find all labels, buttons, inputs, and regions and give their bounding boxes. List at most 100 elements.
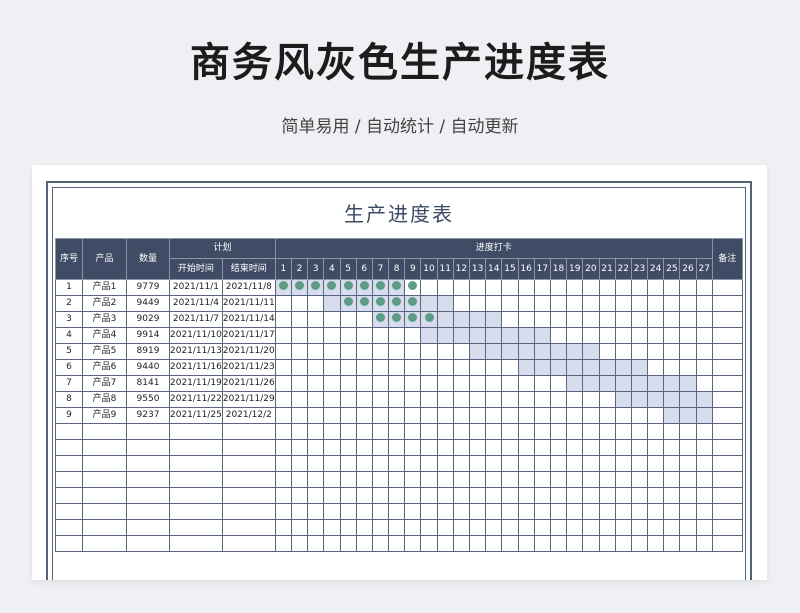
empty-cell[interactable] [355, 439, 373, 456]
day-cell[interactable] [274, 343, 292, 360]
day-cell[interactable] [598, 295, 616, 312]
empty-cell[interactable] [404, 423, 422, 440]
cell-index[interactable]: 8 [55, 391, 83, 408]
day-cell[interactable] [485, 295, 503, 312]
day-cell[interactable] [355, 311, 373, 328]
cell-product[interactable]: 产品7 [82, 375, 127, 392]
empty-cell[interactable] [501, 455, 519, 472]
cell-end[interactable]: 2021/11/29 [221, 391, 276, 408]
empty-cell[interactable] [485, 423, 503, 440]
empty-cell[interactable] [323, 519, 341, 536]
day-cell[interactable] [582, 359, 600, 376]
day-cell[interactable] [517, 375, 535, 392]
cell-product[interactable]: 产品9 [82, 407, 127, 424]
day-cell[interactable] [485, 359, 503, 376]
empty-cell[interactable] [55, 455, 83, 472]
empty-cell[interactable] [485, 487, 503, 504]
empty-cell[interactable] [711, 455, 743, 472]
empty-cell[interactable] [436, 439, 454, 456]
day-cell[interactable] [468, 375, 487, 392]
day-cell[interactable] [582, 327, 600, 344]
day-cell[interactable] [679, 311, 697, 328]
empty-cell[interactable] [517, 455, 535, 472]
day-cell[interactable] [566, 391, 584, 408]
day-cell[interactable] [452, 407, 471, 424]
empty-cell[interactable] [404, 471, 422, 488]
empty-cell[interactable] [517, 503, 535, 520]
day-cell[interactable] [404, 375, 422, 392]
empty-cell[interactable] [82, 423, 127, 440]
day-cell[interactable] [452, 375, 471, 392]
empty-cell[interactable] [355, 471, 373, 488]
empty-cell[interactable] [307, 487, 325, 504]
empty-cell[interactable] [533, 455, 551, 472]
cell-index[interactable]: 2 [55, 295, 83, 312]
empty-cell[interactable] [663, 471, 681, 488]
day-cell[interactable] [485, 391, 503, 408]
empty-cell[interactable] [290, 423, 309, 440]
empty-cell[interactable] [169, 455, 223, 472]
empty-cell[interactable] [566, 455, 584, 472]
cell-start[interactable]: 2021/11/4 [169, 295, 223, 312]
empty-cell[interactable] [436, 471, 454, 488]
empty-cell[interactable] [711, 423, 743, 440]
empty-cell[interactable] [663, 439, 681, 456]
empty-cell[interactable] [221, 503, 276, 520]
empty-cell[interactable] [323, 439, 341, 456]
empty-cell[interactable] [221, 519, 276, 536]
empty-cell[interactable] [404, 487, 422, 504]
day-cell[interactable] [355, 295, 373, 312]
day-cell[interactable] [371, 375, 390, 392]
day-cell[interactable] [307, 375, 325, 392]
day-cell[interactable] [420, 311, 438, 328]
day-cell[interactable] [614, 375, 632, 392]
day-cell[interactable] [663, 343, 681, 360]
day-cell[interactable] [647, 311, 665, 328]
day-cell[interactable] [663, 311, 681, 328]
cell-quantity[interactable]: 9029 [126, 311, 170, 328]
empty-cell[interactable] [485, 503, 503, 520]
day-cell[interactable] [582, 407, 600, 424]
empty-cell[interactable] [582, 455, 600, 472]
empty-cell[interactable] [517, 535, 535, 552]
empty-cell[interactable] [647, 455, 665, 472]
day-cell[interactable] [274, 327, 292, 344]
empty-cell[interactable] [647, 535, 665, 552]
empty-cell[interactable] [420, 423, 438, 440]
empty-cell[interactable] [323, 487, 341, 504]
day-cell[interactable] [549, 343, 568, 360]
empty-cell[interactable] [501, 535, 519, 552]
day-cell[interactable] [549, 375, 568, 392]
day-cell[interactable] [404, 295, 422, 312]
empty-cell[interactable] [388, 455, 406, 472]
empty-cell[interactable] [388, 503, 406, 520]
day-cell[interactable] [695, 391, 713, 408]
empty-cell[interactable] [388, 439, 406, 456]
day-cell[interactable] [663, 391, 681, 408]
empty-cell[interactable] [404, 455, 422, 472]
day-cell[interactable] [371, 391, 390, 408]
day-cell[interactable] [647, 327, 665, 344]
empty-cell[interactable] [485, 471, 503, 488]
day-cell[interactable] [355, 343, 373, 360]
empty-cell[interactable] [468, 423, 487, 440]
empty-cell[interactable] [290, 439, 309, 456]
cell-end[interactable]: 2021/11/20 [221, 343, 276, 360]
day-cell[interactable] [436, 343, 454, 360]
empty-cell[interactable] [274, 439, 292, 456]
day-cell[interactable] [679, 295, 697, 312]
empty-cell[interactable] [420, 487, 438, 504]
empty-cell[interactable] [126, 423, 170, 440]
cell-end[interactable]: 2021/11/26 [221, 375, 276, 392]
day-cell[interactable] [566, 407, 584, 424]
empty-cell[interactable] [695, 423, 713, 440]
empty-cell[interactable] [290, 519, 309, 536]
day-cell[interactable] [663, 327, 681, 344]
cell-start[interactable]: 2021/11/1 [169, 279, 223, 296]
empty-cell[interactable] [82, 503, 127, 520]
cell-end[interactable]: 2021/11/11 [221, 295, 276, 312]
cell-start[interactable]: 2021/11/16 [169, 359, 223, 376]
empty-cell[interactable] [126, 503, 170, 520]
day-cell[interactable] [614, 359, 632, 376]
cell-start[interactable]: 2021/11/19 [169, 375, 223, 392]
